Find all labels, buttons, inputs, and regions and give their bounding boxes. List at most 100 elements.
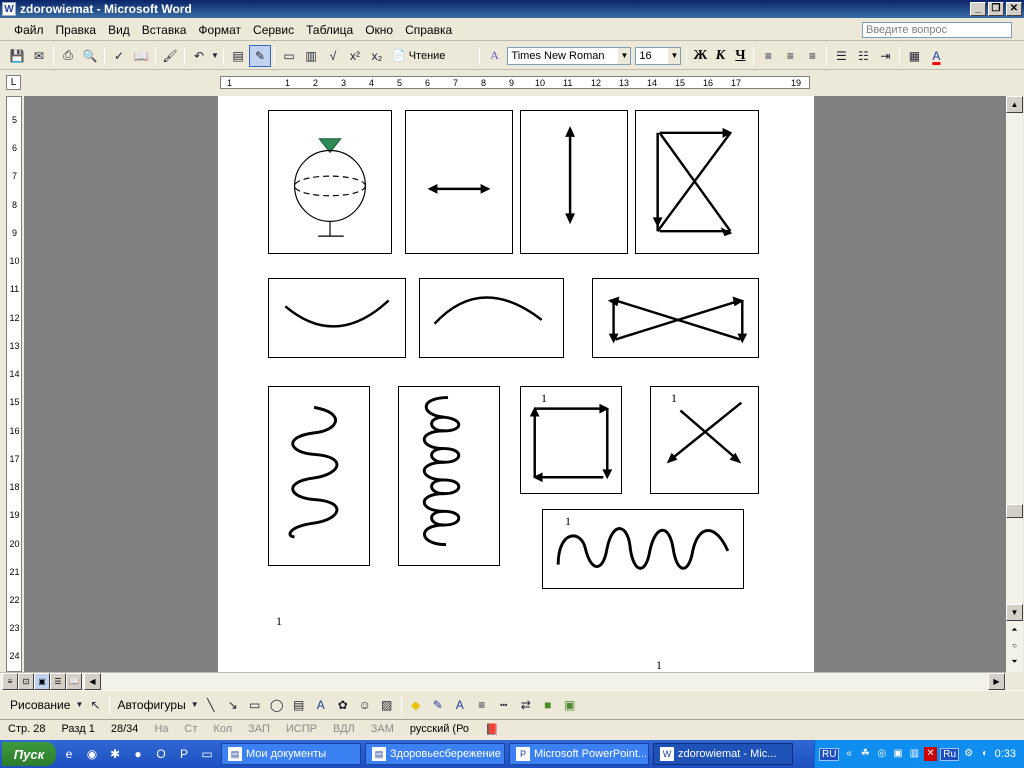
previous-page-icon[interactable]: ⏶ [1006, 622, 1023, 639]
picture-icon[interactable]: ▨ [376, 694, 398, 716]
tray-app-icon[interactable]: ☘ [859, 747, 872, 761]
help-search-input[interactable]: Введите вопрос [862, 22, 1012, 38]
opera-icon[interactable]: O [151, 744, 171, 764]
equation-icon[interactable]: √ [322, 45, 344, 67]
drawing-toggle-icon[interactable]: ✎ [249, 44, 271, 67]
hourglass-arrow-figure[interactable] [635, 110, 759, 254]
task-word[interactable]: W zdorowiemat - Mic... [653, 743, 793, 765]
start-button[interactable]: Пуск [2, 742, 56, 766]
tray-app-icon[interactable]: ▣ [891, 747, 904, 761]
styles-icon[interactable]: A [483, 45, 505, 67]
diagram-icon[interactable]: ✿ [332, 694, 354, 716]
save-icon[interactable]: 💾 [6, 45, 28, 67]
minimize-button[interactable]: _ [970, 2, 986, 16]
insert-textbox-icon[interactable]: ▭ [278, 45, 300, 67]
fill-color-icon[interactable]: ◆ [405, 694, 427, 716]
spelling-status-icon[interactable]: 📕 [477, 723, 507, 736]
underline-button[interactable]: Ч [730, 45, 750, 67]
font-color-icon[interactable]: A [449, 694, 471, 716]
status-ext[interactable]: ВДЛ [325, 723, 363, 735]
font-color-icon[interactable]: A [925, 45, 947, 67]
menu-view[interactable]: Вид [102, 23, 136, 37]
bowtie-arrow-figure[interactable] [592, 278, 759, 358]
scroll-left-icon[interactable]: ◀ [84, 673, 101, 690]
clipart-icon[interactable]: ☺ [354, 694, 376, 716]
shadow-style-icon[interactable]: ■ [537, 694, 559, 716]
subscript-icon[interactable]: x₂ [366, 45, 388, 67]
indent-icon[interactable]: ⇥ [874, 45, 896, 67]
3d-style-icon[interactable]: ▣ [559, 694, 581, 716]
show-hidden-icon[interactable]: « [842, 747, 855, 761]
internet-explorer-icon[interactable]: e [59, 744, 79, 764]
tab-selector-icon[interactable]: L [6, 75, 21, 90]
square-arrow-figure[interactable]: 1 [520, 386, 622, 494]
document-page[interactable]: 1 1 1 1 1 [218, 96, 814, 672]
status-ovr[interactable]: ЗАМ [363, 723, 402, 735]
align-center-icon[interactable]: ≡ [779, 45, 801, 67]
keyboard-layout-indicator[interactable]: Ru [940, 747, 960, 761]
line-color-icon[interactable]: ✎ [427, 694, 449, 716]
align-left-icon[interactable]: ≡ [757, 45, 779, 67]
menu-window[interactable]: Окно [359, 23, 399, 37]
line-style-icon[interactable]: ≡ [471, 694, 493, 716]
normal-view-icon[interactable]: ≡ [2, 673, 18, 690]
web-view-icon[interactable]: ⊡ [18, 673, 34, 690]
line-tool-icon[interactable]: ╲ [200, 694, 222, 716]
menu-file[interactable]: Файл [8, 23, 50, 37]
italic-button[interactable]: К [710, 45, 730, 67]
horizontal-arrow-figure[interactable] [405, 110, 513, 254]
antivirus-icon[interactable]: ✕ [923, 747, 938, 761]
menu-insert[interactable]: Вставка [136, 23, 193, 37]
draw-menu-button[interactable]: Рисование [6, 698, 74, 712]
print-layout-icon[interactable]: ▣ [34, 673, 50, 690]
superscript-icon[interactable]: x² [344, 45, 366, 67]
menu-edit[interactable]: Правка [50, 23, 103, 37]
align-right-icon[interactable]: ≡ [801, 45, 823, 67]
status-trk[interactable]: ИСПР [278, 723, 325, 735]
bullets-icon[interactable]: ☷ [852, 45, 874, 67]
undo-icon[interactable]: ↶ [188, 45, 210, 67]
task-powerpoint[interactable]: P Microsoft PowerPoint... [509, 743, 649, 765]
undo-dropdown-icon[interactable]: ▼ [210, 45, 220, 67]
cross-arrow-figure[interactable]: 1 [650, 386, 759, 494]
horizontal-scrollbar[interactable]: ≡ ⊡ ▣ ☰ 📖 ◀ ▶ [0, 672, 1006, 690]
select-objects-icon[interactable]: ↖ [84, 694, 106, 716]
sine-wave-figure[interactable]: 1 [542, 509, 744, 589]
scroll-down-icon[interactable]: ▼ [1006, 604, 1023, 621]
next-page-icon[interactable]: ⏷ [1006, 654, 1023, 671]
vertical-scrollbar[interactable]: ▲ ▼ ⏶ ○ ⏷ [1006, 96, 1023, 672]
menu-format[interactable]: Формат [192, 23, 247, 37]
vertical-ruler[interactable]: 5 6 7 8 9 10 11 12 13 14 15 16 17 18 19 … [6, 96, 22, 672]
vertical-arrow-figure[interactable] [520, 110, 628, 254]
messenger-icon[interactable]: ✱ [105, 744, 125, 764]
tray-app-icon[interactable]: ◎ [875, 747, 888, 761]
arrow-style-icon[interactable]: ⇄ [515, 694, 537, 716]
menu-tools[interactable]: Сервис [247, 23, 300, 37]
tray-app-icon[interactable]: ⚙ [962, 747, 975, 761]
oval-tool-icon[interactable]: ◯ [266, 694, 288, 716]
close-button[interactable]: ✕ [1006, 2, 1022, 16]
scroll-up-icon[interactable]: ▲ [1006, 96, 1023, 113]
scroll-thumb[interactable] [1006, 504, 1023, 518]
read-button[interactable]: 📄 Чтение [388, 45, 449, 67]
print-icon[interactable]: ⎙ [57, 45, 79, 67]
rectangle-tool-icon[interactable]: ▭ [244, 694, 266, 716]
volume-icon[interactable]: ◐ [978, 747, 991, 761]
scroll-right-icon[interactable]: ▶ [988, 673, 1005, 690]
print-preview-icon[interactable]: 🔍 [79, 45, 101, 67]
research-icon[interactable]: 📖 [130, 45, 152, 67]
reading-view-icon[interactable]: 📖 [66, 673, 82, 690]
format-painter-icon[interactable]: 🖌 [159, 45, 181, 67]
permission-icon[interactable]: ✉ [28, 45, 50, 67]
frown-arc-figure[interactable] [419, 278, 564, 358]
menu-table[interactable]: Таблица [300, 23, 359, 37]
publisher-icon[interactable]: P [174, 744, 194, 764]
language-indicator[interactable]: RU [819, 747, 840, 761]
outline-view-icon[interactable]: ☰ [50, 673, 66, 690]
search-icon[interactable]: ● [128, 744, 148, 764]
borders-icon[interactable]: ▦ [903, 45, 925, 67]
media-icon[interactable]: ◉ [82, 744, 102, 764]
numbering-icon[interactable]: ☰ [830, 45, 852, 67]
bold-button[interactable]: Ж [690, 45, 710, 67]
network-icon[interactable]: ▥ [908, 747, 921, 761]
